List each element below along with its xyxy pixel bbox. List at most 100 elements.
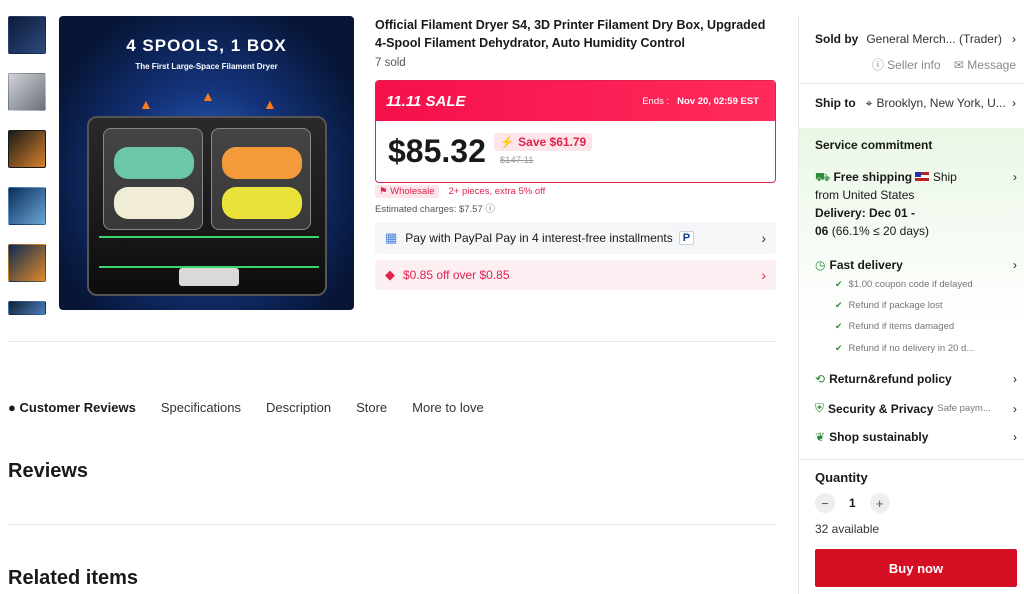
chevron-right-icon: › bbox=[1012, 32, 1016, 46]
hero-subtitle: The First Large-Space Filament Dryer bbox=[135, 62, 278, 71]
thumbnail-3[interactable] bbox=[8, 130, 46, 168]
purchase-sidebar: Sold by General Merch... (Trader) › ⓘ Se… bbox=[798, 16, 1024, 594]
wholesale-tag: ⚑ Wholesale bbox=[375, 185, 439, 198]
security-label: Security & Privacy bbox=[828, 401, 934, 416]
return-policy-label: Return&refund policy bbox=[829, 372, 952, 386]
chevron-right-icon: › bbox=[1013, 430, 1017, 444]
tab-more-to-love[interactable]: More to love bbox=[412, 400, 484, 415]
reviews-heading: Reviews bbox=[8, 460, 89, 482]
sold-by-label: Sold by bbox=[815, 32, 859, 46]
location-pin-icon: ● bbox=[8, 400, 16, 415]
check-icon: ✔ bbox=[835, 321, 843, 331]
sold-by-row[interactable]: Sold by General Merch... (Trader) › bbox=[815, 32, 1016, 46]
ship-word: Ship bbox=[932, 170, 957, 184]
estimated-charges-text: Estimated charges: $7.57 bbox=[375, 204, 483, 215]
tab-store[interactable]: Store bbox=[356, 400, 387, 415]
divider bbox=[799, 83, 1024, 84]
sale-banner: 11.11 SALE Ends : Nov 20, 02:59 EST bbox=[376, 81, 775, 121]
seller-name: General Merch... (Trader) bbox=[866, 32, 1002, 46]
up-arrow-icon: ▲ bbox=[201, 88, 215, 104]
ship-from: from United States bbox=[815, 188, 915, 202]
seller-info-label: Seller info bbox=[887, 58, 941, 72]
shield-icon: ⛨ bbox=[815, 401, 825, 415]
chevron-right-icon: › bbox=[1013, 401, 1017, 416]
tab-description[interactable]: Description bbox=[266, 400, 331, 415]
ship-to-row[interactable]: Ship to ⌖ Brooklyn, New York, U... › bbox=[815, 96, 1016, 111]
fast-delivery-item: ✔ Refund if no delivery in 20 d... bbox=[835, 343, 1017, 354]
location-pin-icon: ⌖ bbox=[865, 96, 873, 110]
sustainable-row[interactable]: ❦ Shop sustainably › bbox=[815, 430, 1017, 444]
security-row[interactable]: ⛨ Security & Privacy Safe paym... › bbox=[815, 401, 1017, 416]
buy-now-button[interactable]: Buy now bbox=[815, 549, 1017, 587]
check-icon: ✔ bbox=[835, 300, 843, 310]
sale-label: 11.11 SALE bbox=[386, 92, 466, 110]
main-product-image[interactable]: 4 SPOOLS, 1 BOX The First Large-Space Fi… bbox=[59, 16, 354, 310]
service-commitment: Service commitment ⛟ Free shipping Ship … bbox=[799, 128, 1024, 459]
current-price: $85.32 bbox=[388, 133, 486, 169]
message-link[interactable]: ✉ Message bbox=[954, 58, 1016, 72]
thumbnail-1[interactable] bbox=[8, 16, 46, 54]
return-icon: ⟲ bbox=[815, 372, 826, 386]
sold-count: 7 sold bbox=[375, 57, 406, 69]
check-icon: ✔ bbox=[835, 279, 843, 289]
available-count: 32 available bbox=[815, 522, 880, 536]
info-icon[interactable]: ⓘ bbox=[485, 204, 495, 215]
seller-info-link[interactable]: ⓘ Seller info bbox=[872, 58, 941, 72]
quantity-value[interactable]: 1 bbox=[849, 496, 856, 510]
thumbnail-strip bbox=[8, 16, 48, 334]
ends-time: Nov 20, 02:59 EST bbox=[677, 95, 759, 107]
wholesale-text: 2+ pieces, extra 5% off bbox=[448, 186, 546, 197]
fast-delivery-row[interactable]: ◷ Fast delivery › bbox=[815, 258, 1017, 272]
coupon-row[interactable]: ◆ $0.85 off over $0.85 › bbox=[375, 260, 776, 290]
light-strip bbox=[99, 236, 319, 238]
orange-spool bbox=[222, 147, 302, 179]
product-title: Official Filament Dryer S4, 3D Printer F… bbox=[375, 18, 766, 50]
up-arrow-icon: ▲ bbox=[139, 96, 153, 112]
check-icon: ✔ bbox=[835, 343, 843, 353]
estimated-charges: Estimated charges: $7.57 ⓘ bbox=[375, 201, 495, 215]
free-shipping-row[interactable]: ⛟ Free shipping Ship › from United State… bbox=[815, 168, 1017, 240]
decrease-quantity-button[interactable]: − bbox=[815, 493, 835, 513]
fast-delivery-item-text: Refund if items damaged bbox=[848, 321, 955, 332]
quantity-stepper: − 1 + bbox=[815, 493, 1016, 513]
us-flag-icon bbox=[915, 172, 930, 181]
fast-delivery-item: ✔ $1.00 coupon code if delayed bbox=[835, 279, 1017, 290]
tab-customer-reviews[interactable]: ● Customer Reviews bbox=[8, 400, 136, 415]
wholesale-tag-label: Wholesale bbox=[390, 186, 435, 197]
chevron-right-icon: › bbox=[1013, 258, 1017, 272]
original-price: $147.11 bbox=[499, 155, 534, 166]
chevron-right-icon: › bbox=[761, 267, 766, 283]
tab-label: Customer Reviews bbox=[19, 400, 136, 415]
left-compartment bbox=[103, 128, 203, 230]
fast-delivery-item-text: Refund if package lost bbox=[848, 300, 943, 311]
delivery-end: 06 bbox=[815, 224, 829, 238]
ship-to-label: Ship to bbox=[815, 96, 856, 110]
ship-to-value: Brooklyn, New York, U... bbox=[876, 96, 1006, 110]
return-policy-row[interactable]: ⟲ Return&refund policy › bbox=[815, 372, 1017, 386]
right-compartment bbox=[211, 128, 311, 230]
thumbnail-2[interactable] bbox=[8, 73, 46, 111]
thumbnail-4[interactable] bbox=[8, 187, 46, 225]
seller-links: ⓘ Seller info ✉ Message bbox=[815, 56, 1016, 73]
calendar-icon: ▦ bbox=[385, 230, 398, 245]
up-arrow-icon: ▲ bbox=[263, 96, 277, 112]
thumbnail-6[interactable] bbox=[8, 301, 46, 315]
hero-title: 4 SPOOLS, 1 BOX bbox=[126, 36, 287, 55]
save-badge: ⚡ Save $61.79 bbox=[493, 133, 593, 151]
price-box: 11.11 SALE Ends : Nov 20, 02:59 EST $85.3… bbox=[375, 80, 776, 183]
increase-quantity-button[interactable]: + bbox=[869, 493, 890, 513]
thumbnail-5[interactable] bbox=[8, 244, 46, 282]
quantity-label: Quantity bbox=[815, 470, 868, 485]
tab-specifications[interactable]: Specifications bbox=[161, 400, 241, 415]
coupon-tag-icon: ◆ bbox=[385, 267, 395, 282]
wholesale-row: ⚑ Wholesale 2+ pieces, extra 5% off bbox=[375, 185, 545, 198]
paypal-installments[interactable]: ▦ Pay with PayPal Pay in 4 interest-free… bbox=[375, 222, 776, 254]
section-tabs: ● Customer Reviews Specifications Descri… bbox=[8, 400, 509, 415]
coupon-text: $0.85 off over $0.85 bbox=[403, 268, 510, 282]
delivery-label: Delivery: Dec 01 - bbox=[815, 206, 916, 220]
price-line: $85.32 ⚡ Save $61.79 $147.11 bbox=[376, 121, 775, 182]
chevron-right-icon: › bbox=[761, 230, 766, 246]
fast-delivery-item-text: $1.00 coupon code if delayed bbox=[848, 279, 973, 290]
divider bbox=[8, 524, 776, 525]
fast-delivery-item-text: Refund if no delivery in 20 d... bbox=[848, 343, 975, 354]
